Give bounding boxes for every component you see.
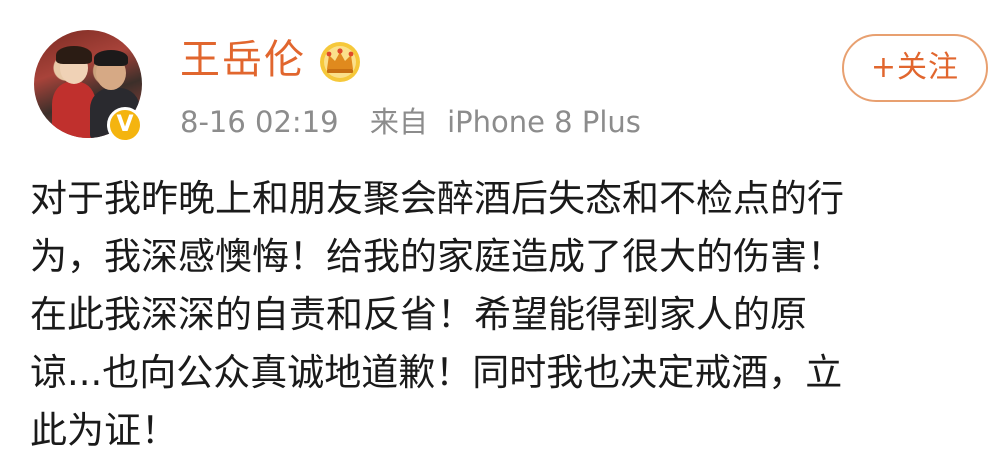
post-text-line: 此为证！ bbox=[30, 409, 178, 452]
avatar-hair-child bbox=[56, 46, 92, 64]
post-meta: 8-16 02:19 来自 iPhone 8 Plus bbox=[180, 102, 641, 142]
follow-button[interactable]: +关注 bbox=[842, 34, 988, 102]
post-text-line: 在此我深深的自责和反省！希望能得到家人的原 bbox=[30, 293, 807, 336]
post-text-line: 谅...也向公众真诚地道歉！同时我也决定戒酒，立 bbox=[30, 351, 843, 394]
post-source[interactable]: iPhone 8 Plus bbox=[447, 105, 641, 139]
avatar-hair-adult bbox=[94, 50, 128, 66]
weibo-post-card: V 王岳伦 8-16 02:19 来自 iPhone 8 Plus +关注 对于… bbox=[0, 0, 1000, 465]
crown-icon bbox=[320, 42, 360, 82]
verified-v-icon: V bbox=[107, 107, 143, 143]
post-timestamp: 8-16 02:19 bbox=[180, 105, 339, 139]
post-text: 对于我昨晚上和朋友聚会醉酒后失态和不检点的行 为，我深感懊悔！给我的家庭造成了很… bbox=[30, 170, 970, 460]
source-prefix: 来自 bbox=[369, 105, 428, 139]
username[interactable]: 王岳伦 bbox=[180, 34, 306, 86]
post-text-line: 为，我深感懊悔！给我的家庭造成了很大的伤害！ bbox=[30, 235, 844, 278]
post-text-line: 对于我昨晚上和朋友聚会醉酒后失态和不检点的行 bbox=[30, 177, 844, 220]
